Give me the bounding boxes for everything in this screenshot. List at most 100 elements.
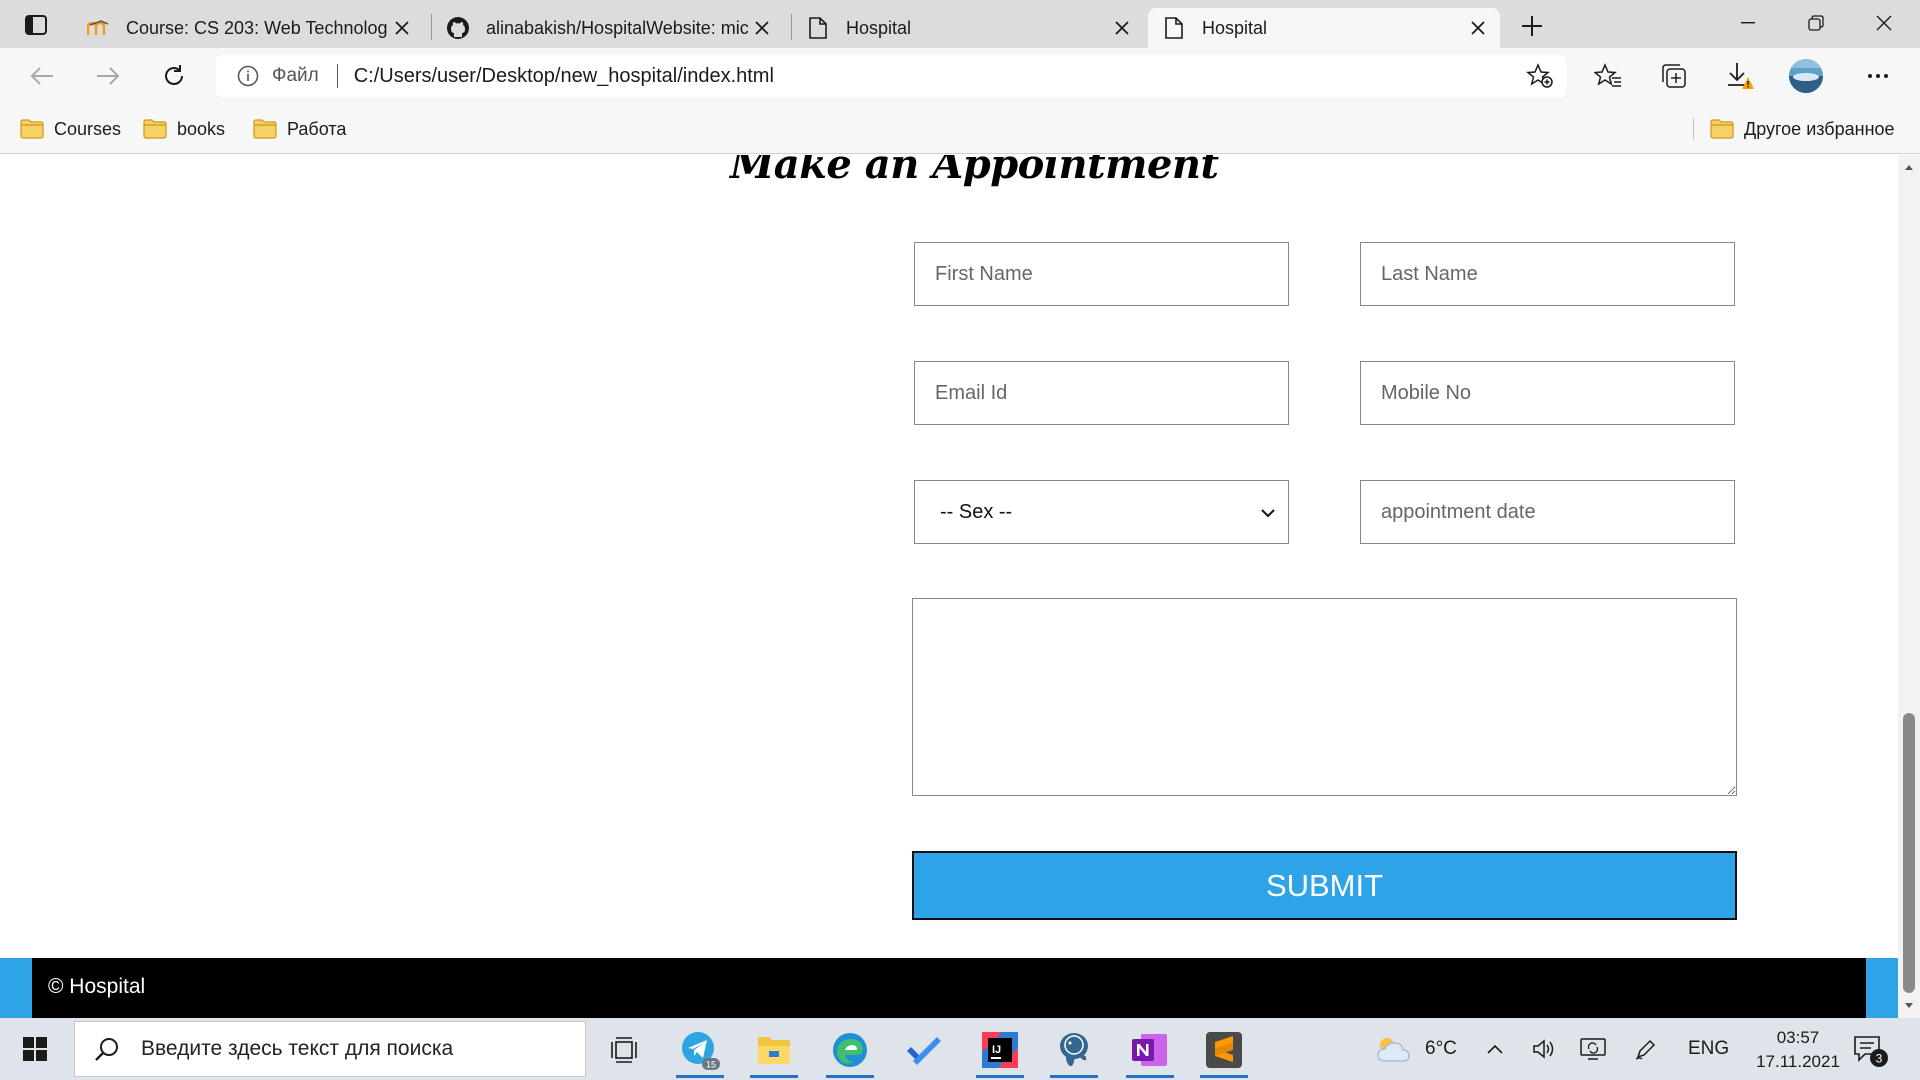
restore-icon[interactable] <box>1782 0 1850 46</box>
github-icon <box>446 16 470 40</box>
scroll-up-icon[interactable] <box>1898 159 1920 175</box>
close-window-icon[interactable] <box>1850 0 1918 46</box>
folder-icon <box>20 119 44 139</box>
weather-cloud-icon <box>1377 1038 1410 1062</box>
bookmark-rabota[interactable]: Работа <box>253 114 346 144</box>
bookmark-label: books <box>177 118 226 139</box>
profile-avatar[interactable] <box>1786 58 1826 94</box>
downloads-icon[interactable] <box>1720 58 1760 94</box>
tab-strip: Course: CS 203: Web Technologi alinabaki… <box>0 0 1920 48</box>
info-icon[interactable] <box>236 64 260 88</box>
appointment-date-input[interactable] <box>1360 480 1735 544</box>
tab-title: alinabakish/HospitalWebsite: mic <box>486 17 748 38</box>
tab-hospital-1[interactable]: Hospital <box>792 8 1144 48</box>
windows-taskbar: Введите здесь текст для поиска 15 IJ 6°C <box>0 1018 1920 1080</box>
address-separator <box>336 64 338 88</box>
forward-icon[interactable] <box>88 58 128 94</box>
volume-icon[interactable] <box>1532 1018 1556 1080</box>
folder-icon <box>143 119 167 139</box>
url-text[interactable]: C:/Users/user/Desktop/new_hospital/index… <box>354 65 774 88</box>
weather-temp: 6°C <box>1425 1038 1457 1059</box>
sex-select-value: -- Sex -- <box>940 500 1013 523</box>
pen-icon[interactable] <box>1634 1018 1658 1080</box>
active-indicator <box>1126 1075 1174 1078</box>
chevron-down-icon <box>1260 501 1276 524</box>
tab-github[interactable]: alinabakish/HospitalWebsite: mic <box>432 8 784 48</box>
active-indicator <box>976 1075 1024 1078</box>
tab-title: Hospital <box>846 17 912 38</box>
todo-icon[interactable] <box>894 1022 954 1078</box>
first-name-input[interactable] <box>914 242 1289 306</box>
back-icon[interactable] <box>22 58 62 94</box>
bookmark-label: Другое избранное <box>1744 118 1895 139</box>
notification-count: 3 <box>1876 1052 1883 1066</box>
new-tab-icon[interactable] <box>1514 10 1550 42</box>
bookmarks-separator <box>1693 118 1694 140</box>
message-textarea[interactable] <box>912 598 1737 796</box>
footer-accent-right <box>1866 958 1898 1018</box>
active-indicator <box>1200 1075 1248 1078</box>
postgresql-icon[interactable] <box>1044 1022 1104 1078</box>
bookmarks-bar: Courses books Работа Другое избранное <box>0 104 1920 154</box>
tab-hospital-active[interactable]: Hospital <box>1148 8 1500 48</box>
onenote-icon[interactable] <box>1120 1022 1180 1078</box>
favorites-icon[interactable] <box>1588 58 1628 94</box>
close-tab-icon[interactable] <box>388 14 416 42</box>
bookmark-other-favorites[interactable]: Другое избранное <box>1710 114 1895 144</box>
tab-actions-icon[interactable] <box>17 11 55 39</box>
active-indicator <box>826 1075 874 1078</box>
scroll-down-icon[interactable] <box>1898 998 1920 1014</box>
page-viewport: Make an Appointment -- Sex -- SUBMIT © H… <box>0 155 1898 1018</box>
edge-icon[interactable] <box>820 1022 880 1078</box>
tab-title: Hospital <box>1202 17 1268 38</box>
footer-copyright: © Hospital <box>48 975 146 998</box>
scrollbar-thumb[interactable] <box>1903 713 1915 993</box>
sex-select[interactable]: -- Sex -- <box>914 480 1289 544</box>
active-indicator <box>676 1075 724 1078</box>
address-bar[interactable]: Файл C:/Users/user/Desktop/new_hospital/… <box>216 55 1566 97</box>
tab-title: Course: CS 203: Web Technologi <box>126 17 388 38</box>
more-menu-icon[interactable] <box>1858 58 1898 94</box>
windows-start-icon[interactable] <box>0 1018 70 1080</box>
page-footer: © Hospital <box>0 958 1898 1018</box>
close-tab-icon[interactable] <box>1108 14 1136 42</box>
search-placeholder: Введите здесь текст для поиска <box>141 1037 454 1060</box>
refresh-icon[interactable] <box>154 58 194 94</box>
chevron-up-icon[interactable] <box>1486 1018 1504 1080</box>
telegram-badge: 15 <box>706 1060 716 1070</box>
weather-widget[interactable]: 6°C <box>1375 1018 1457 1080</box>
task-view-icon[interactable] <box>594 1022 654 1078</box>
page-icon <box>1162 16 1186 40</box>
clock-date: 17.11.2021 <box>1756 1052 1840 1071</box>
active-indicator <box>1050 1075 1098 1078</box>
intellij-icon[interactable]: IJ <box>970 1022 1030 1078</box>
folder-icon <box>1710 119 1734 139</box>
telegram-icon[interactable]: 15 <box>670 1022 730 1078</box>
collections-icon[interactable] <box>1654 58 1694 94</box>
mobile-input[interactable] <box>1360 361 1735 425</box>
last-name-input[interactable] <box>1360 242 1735 306</box>
submit-button[interactable]: SUBMIT <box>912 851 1737 920</box>
system-clock[interactable]: 03:57 17.11.2021 <box>1748 1026 1848 1074</box>
page-scrollbar[interactable] <box>1898 155 1920 1018</box>
tab-course[interactable]: Course: CS 203: Web Technologi <box>72 8 424 48</box>
email-input[interactable] <box>914 361 1289 425</box>
bookmark-courses[interactable]: Courses <box>20 114 121 144</box>
file-explorer-icon[interactable] <box>744 1022 804 1078</box>
svg-text:IJ: IJ <box>992 1044 1001 1056</box>
sublime-text-icon[interactable] <box>1194 1022 1254 1078</box>
moodle-icon <box>86 16 110 40</box>
scheme-label: Файл <box>272 65 319 86</box>
close-tab-icon[interactable] <box>748 14 776 42</box>
language-indicator[interactable]: ENG <box>1688 1018 1729 1080</box>
taskbar-search[interactable]: Введите здесь текст для поиска <box>74 1021 586 1077</box>
bookmark-books[interactable]: books <box>143 114 225 144</box>
sync-display-icon[interactable] <box>1580 1018 1606 1080</box>
minimize-icon[interactable] <box>1714 0 1782 46</box>
clock-time: 03:57 <box>1776 1028 1820 1047</box>
folder-icon <box>253 119 277 139</box>
footer-accent-left <box>0 958 32 1018</box>
add-favorite-icon[interactable] <box>1526 63 1554 89</box>
close-tab-icon[interactable] <box>1464 14 1492 42</box>
notification-center-icon[interactable]: 3 <box>1853 1034 1889 1068</box>
